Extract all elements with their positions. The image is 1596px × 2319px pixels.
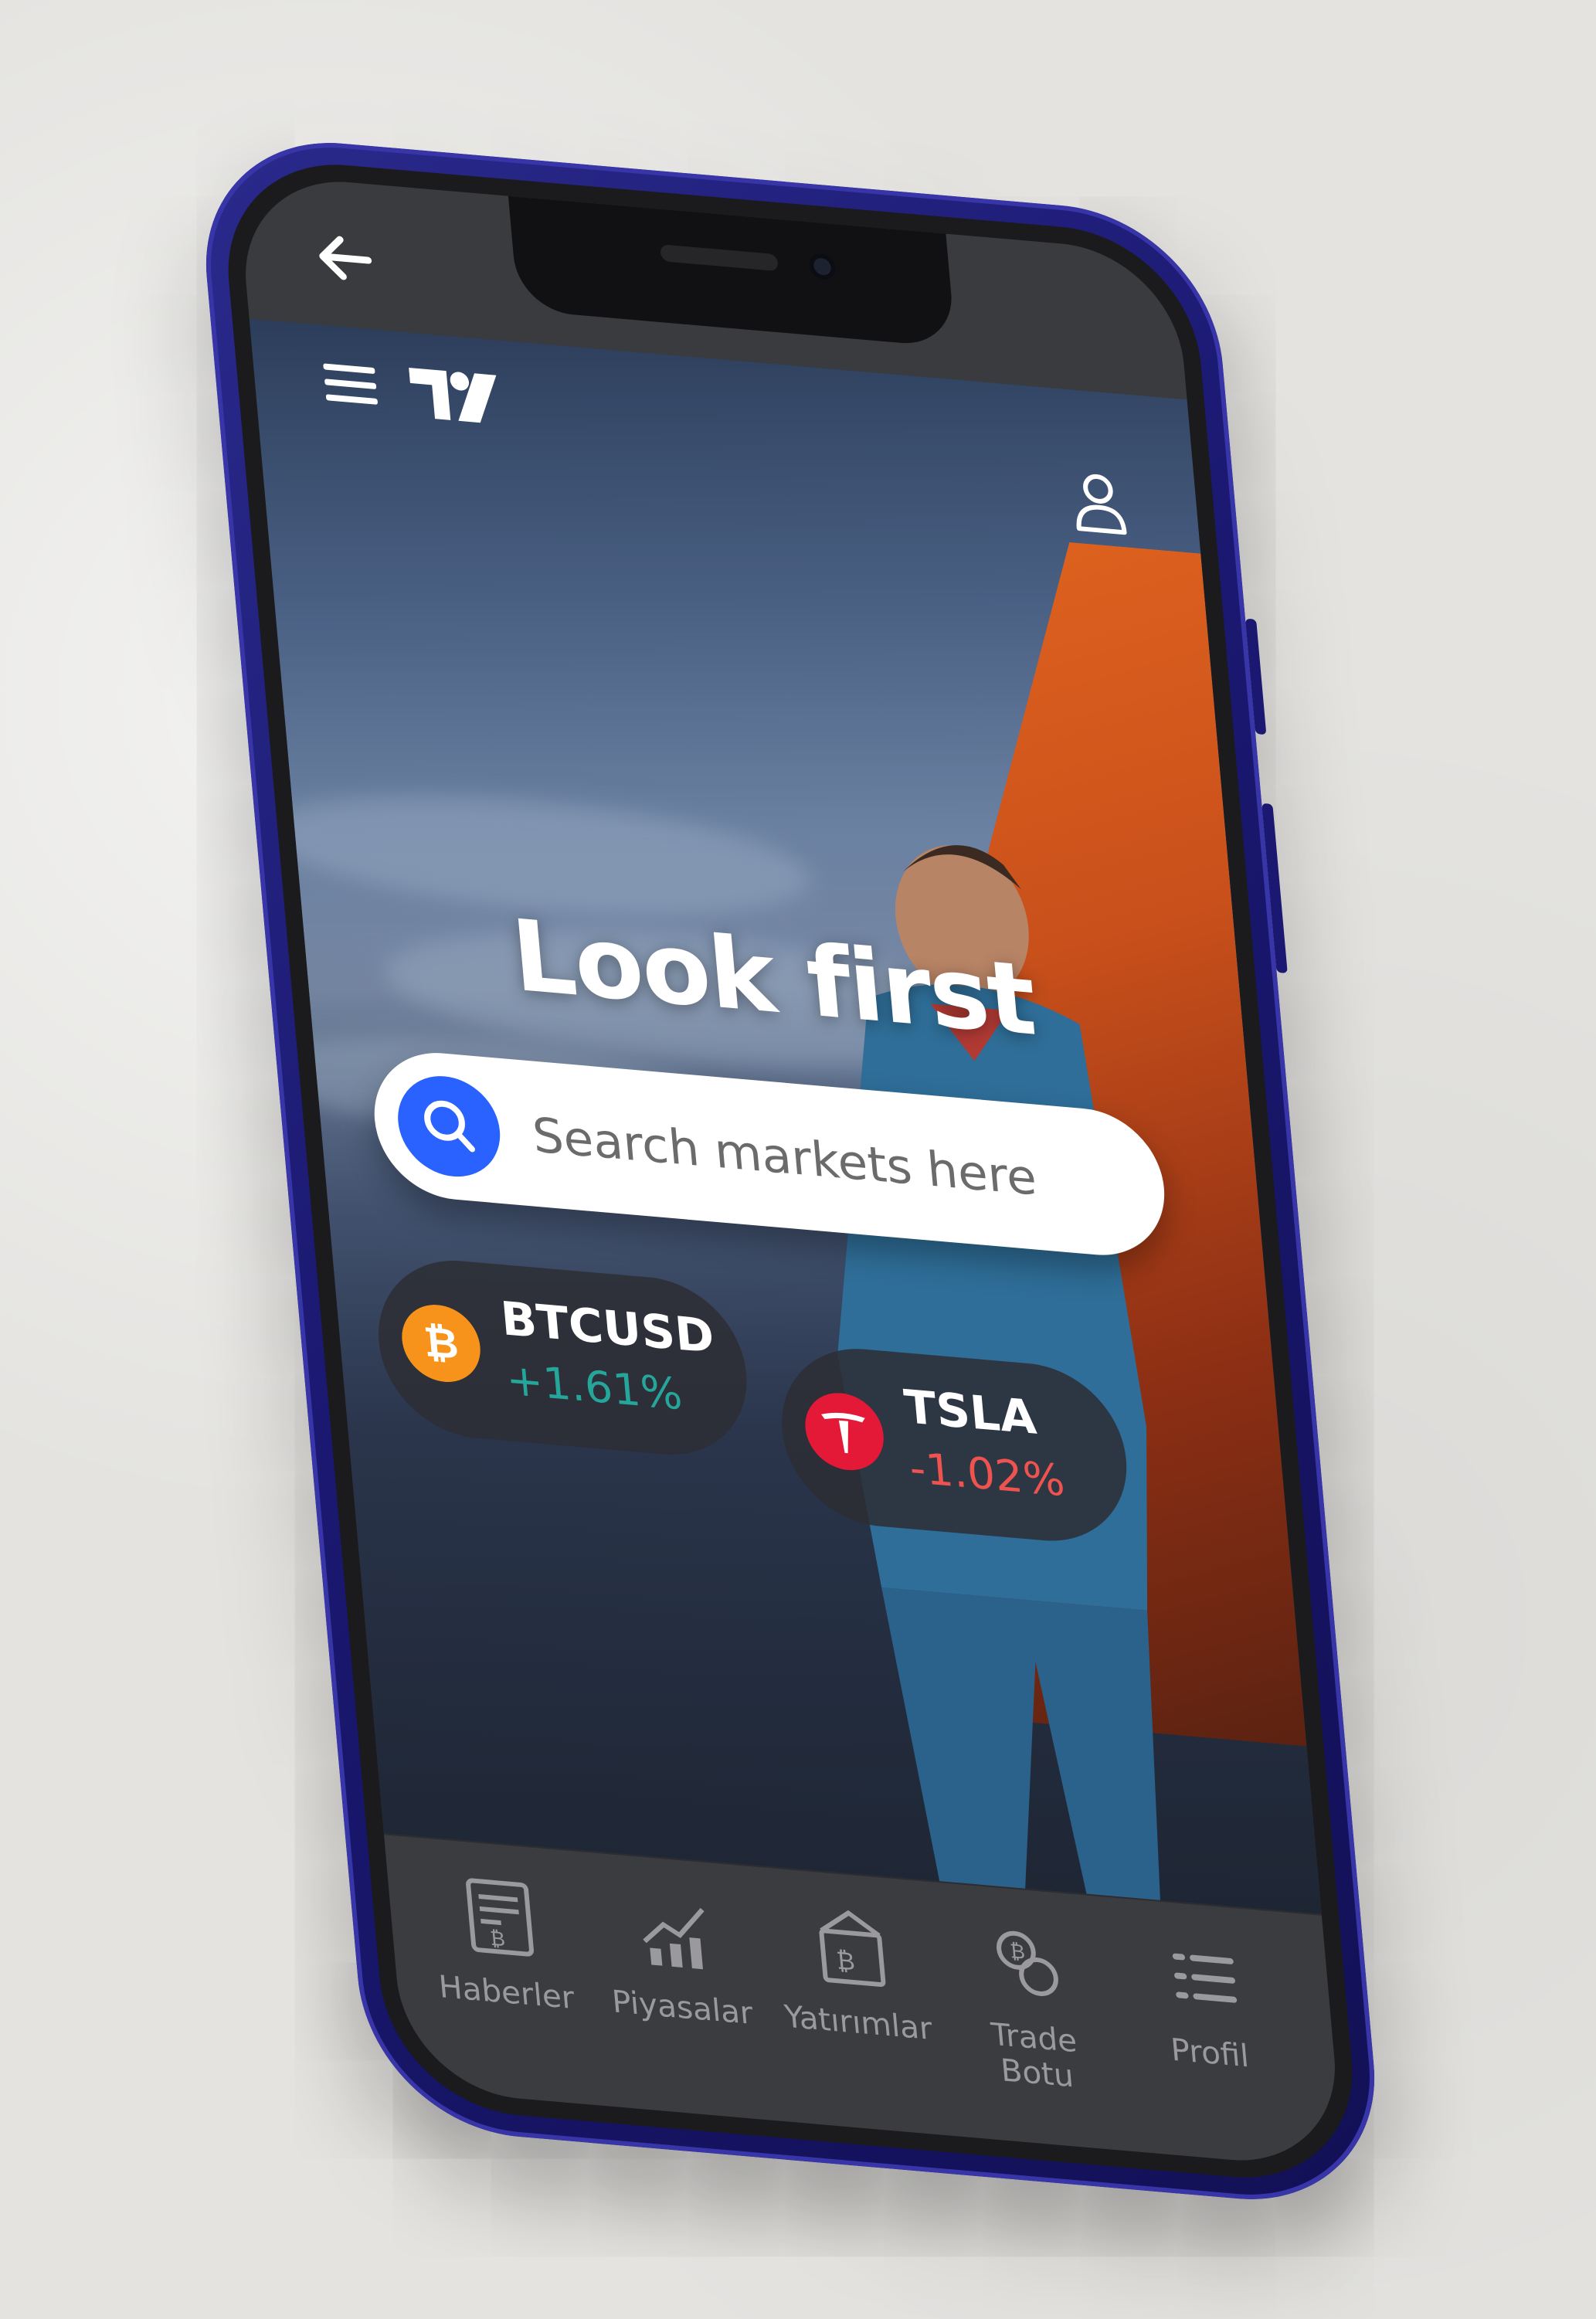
search-icon: [424, 1100, 475, 1153]
ticker-symbol: TSLA: [902, 1380, 1039, 1445]
trade-bot-icon: ₿: [997, 1930, 1058, 1996]
power-button: [1245, 618, 1267, 735]
user-icon[interactable]: [1069, 470, 1129, 536]
list-icon: [1172, 1953, 1238, 2003]
arrow-left-icon[interactable]: [311, 225, 379, 292]
investment-icon: ₿: [819, 1910, 886, 1988]
svg-text:₿: ₿: [489, 1927, 506, 1951]
tesla-icon: [805, 1393, 884, 1471]
search-button[interactable]: [393, 1071, 504, 1181]
tab-label: Trade Botu: [990, 2016, 1078, 2095]
ticker-change: +1.61%: [504, 1354, 684, 1421]
market-chart-icon: [643, 1907, 705, 1970]
svg-text:₿: ₿: [835, 1946, 856, 1977]
tab-yatirimlar[interactable]: ₿ Yatırımlar: [769, 1899, 938, 2048]
tab-profil[interactable]: Profil: [1121, 1929, 1289, 2078]
hamburger-menu-icon[interactable]: [323, 363, 379, 411]
tab-label: Haberler: [437, 1969, 576, 2017]
scene-background: Look first ₿ BTCUSD: [0, 0, 1596, 2319]
notch: [508, 194, 956, 348]
tradingview-logo[interactable]: [408, 362, 507, 431]
tab-haberler[interactable]: ₿ Haberler: [418, 1869, 586, 2018]
front-camera: [807, 252, 837, 281]
tab-label: Yatırımlar: [783, 1998, 934, 2048]
search-input[interactable]: [528, 1098, 1132, 1221]
phone-frame: Look first ₿ BTCUSD: [193, 131, 1387, 2212]
svg-text:₿: ₿: [422, 1317, 460, 1369]
tab-label: Piyasalar: [610, 1984, 755, 2032]
bitcoin-icon: ₿: [402, 1305, 480, 1383]
svg-text:₿: ₿: [1009, 1940, 1026, 1964]
tab-label: Profil: [1169, 2032, 1251, 2075]
newspaper-icon: ₿: [466, 1878, 535, 1957]
ticker-symbol: BTCUSD: [498, 1292, 717, 1364]
ticker-change: -1.02%: [907, 1443, 1067, 1507]
tab-piyasalar[interactable]: Piyasalar: [594, 1883, 762, 2032]
side-button: [1262, 803, 1288, 974]
speaker: [660, 244, 779, 272]
phone-bezel: Look first ₿ BTCUSD: [217, 154, 1363, 2188]
tab-trade-botu[interactable]: ₿ Trade Botu: [946, 1913, 1117, 2098]
app-screen: Look first ₿ BTCUSD: [236, 172, 1345, 2170]
